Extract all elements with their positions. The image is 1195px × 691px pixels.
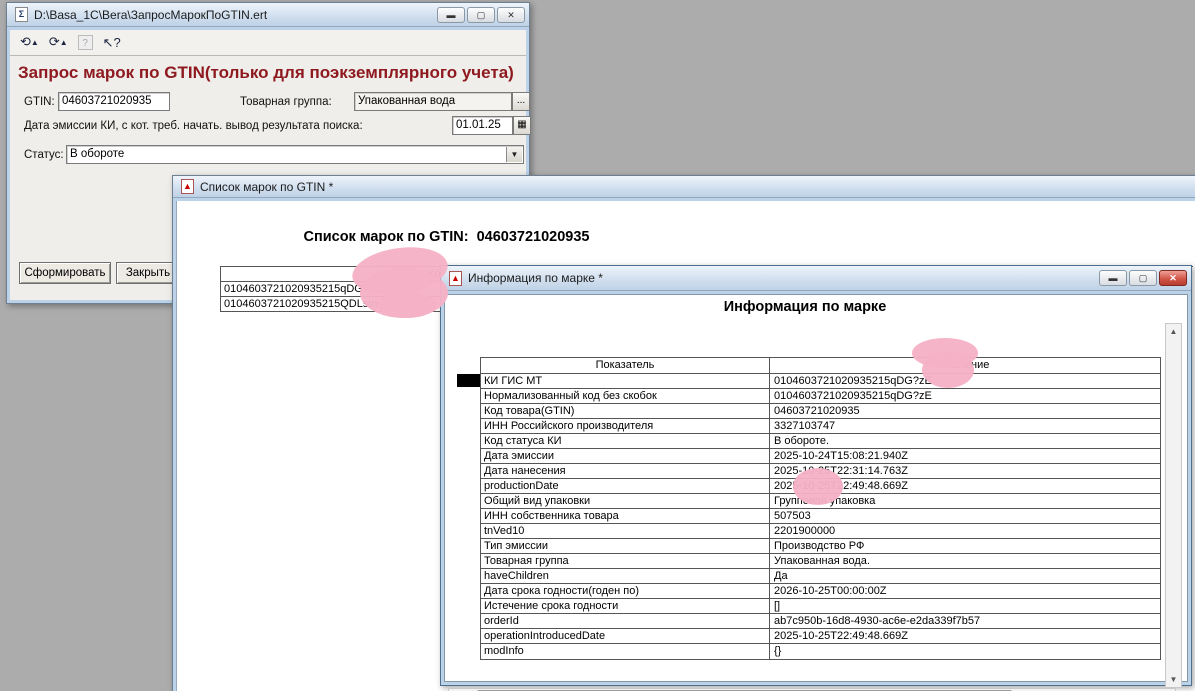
help-topic-icon: ? — [78, 35, 93, 50]
row-label: Дата эмиссии — [481, 449, 770, 463]
row-value: ab7c950b-16d8-4930-ac6e-e2da339f7b57 — [770, 614, 1160, 628]
table-row[interactable]: Дата эмиссии 2025-10-24T15:08:21.940Z — [481, 449, 1160, 464]
close-form-button[interactable]: Закрыть — [116, 262, 180, 284]
vertical-scrollbar[interactable]: ▲ ▼ — [1165, 323, 1182, 688]
row-value: 507503 — [770, 509, 1160, 523]
save-report-icon[interactable]: ⟳▲ — [49, 34, 68, 51]
redaction-blob — [793, 468, 843, 505]
row-label: orderId — [481, 614, 770, 628]
minimize-button[interactable]: ▬ — [1099, 270, 1127, 286]
calendar-icon[interactable]: ▦ — [513, 116, 531, 135]
spreadsheet-icon: ▲ — [449, 271, 462, 286]
row-label: Истечение срока годности — [481, 599, 770, 613]
table-row[interactable]: Тип эмиссии Производство РФ — [481, 539, 1160, 554]
gtin-label: GTIN: — [24, 96, 55, 108]
row-value: Производство РФ — [770, 539, 1160, 553]
table-row[interactable]: ИНН Российского производителя 3327103747 — [481, 419, 1160, 434]
row-value: 2026-10-25T00:00:00Z — [770, 584, 1160, 598]
row-label: ИНН собственника товара — [481, 509, 770, 523]
row-label: tnVed10 — [481, 524, 770, 538]
row-label: Товарная группа — [481, 554, 770, 568]
scroll-down-icon[interactable]: ▼ — [1166, 672, 1181, 687]
product-group-browse-button[interactable]: ... — [512, 92, 530, 111]
generate-button[interactable]: Сформировать — [19, 262, 111, 284]
gtin-input[interactable]: 04603721020935 — [58, 92, 170, 111]
open-report-icon[interactable]: ⟲▲ — [20, 34, 39, 51]
table-row[interactable]: Истечение срока годности [] — [481, 599, 1160, 614]
spreadsheet-icon: ▲ — [181, 179, 194, 194]
row-value: 0104603721020935215qDG?zE — [770, 389, 1160, 403]
row-label: Код статуса КИ — [481, 434, 770, 448]
minimize-button[interactable]: ▬ — [437, 7, 465, 23]
row-value: Упакованная вода. — [770, 554, 1160, 568]
resize-grip[interactable]: ◢ — [1167, 687, 1184, 691]
row-value: 04603721020935 — [770, 404, 1160, 418]
table-row[interactable]: orderId ab7c950b-16d8-4930-ac6e-e2da339f… — [481, 614, 1160, 629]
chevron-down-icon[interactable]: ▼ — [506, 147, 522, 162]
query-window-title: D:\Basa_1C\Bera\ЗапросМарокПоGTIN.ert — [34, 8, 267, 22]
close-icon[interactable]: ✕ — [1159, 270, 1187, 286]
selected-cell-indicator[interactable] — [457, 374, 481, 387]
row-label: operationIntroducedDate — [481, 629, 770, 643]
row-label: Общий вид упаковки — [481, 494, 770, 508]
info-heading: Информация по марке — [445, 299, 1165, 315]
row-value: 2025-10-24T15:08:21.940Z — [770, 449, 1160, 463]
row-label: Код товара(GTIN) — [481, 404, 770, 418]
scroll-up-icon[interactable]: ▲ — [1166, 324, 1181, 339]
product-group-label: Товарная группа: — [240, 96, 332, 108]
row-label: productionDate — [481, 479, 770, 493]
table-row[interactable]: modInfo {} — [481, 644, 1160, 659]
maximize-button[interactable]: ▢ — [1129, 270, 1157, 286]
query-window-titlebar[interactable]: Σ D:\Basa_1C\Bera\ЗапросМарокПоGTIN.ert … — [7, 3, 529, 27]
redaction-blob — [922, 352, 974, 388]
row-value: [] — [770, 599, 1160, 613]
table-row[interactable]: ИНН собственника товара 507503 — [481, 509, 1160, 524]
info-window-title: Информация по марке * — [468, 271, 603, 285]
info-table-header: Показатель Значение — [481, 358, 1160, 374]
status-value: В обороте — [70, 148, 124, 160]
form-title: Запрос марок по GTIN(только для поэкземп… — [10, 56, 526, 87]
status-label: Статус: — [24, 149, 64, 161]
row-value: В обороте. — [770, 434, 1160, 448]
row-label: haveChildren — [481, 569, 770, 583]
context-help-icon[interactable]: ↖? — [103, 35, 121, 51]
table-row[interactable]: Код товара(GTIN) 04603721020935 — [481, 404, 1160, 419]
maximize-button[interactable]: ▢ — [467, 7, 495, 23]
emission-date-label: Дата эмиссии КИ, с кот. треб. начать. вы… — [24, 120, 363, 132]
table-row[interactable]: Код статуса КИ В обороте. — [481, 434, 1160, 449]
desktop: { "colors": { "form_title_red": "#8e1a20… — [0, 0, 1195, 691]
table-row[interactable]: Нормализованный код без скобок 010460372… — [481, 389, 1160, 404]
redaction-blob — [378, 292, 436, 318]
list-window-titlebar[interactable]: ▲ Список марок по GTIN * — [173, 176, 1195, 198]
row-label: Дата нанесения — [481, 464, 770, 478]
table-row[interactable]: tnVed10 2201900000 — [481, 524, 1160, 539]
close-button[interactable]: ✕ — [497, 7, 525, 23]
row-value: 2201900000 — [770, 524, 1160, 538]
row-label: КИ ГИС МТ — [481, 374, 770, 388]
row-value: Да — [770, 569, 1160, 583]
status-dropdown[interactable]: В обороте ▼ — [66, 145, 524, 164]
row-label: ИНН Российского производителя — [481, 419, 770, 433]
table-row[interactable]: operationIntroducedDate 2025-10-25T22:49… — [481, 629, 1160, 644]
table-row[interactable]: КИ ГИС МТ 0104603721020935215qDG?zE — [481, 374, 1160, 389]
ert-report-icon: Σ — [15, 7, 28, 22]
row-label: Тип эмиссии — [481, 539, 770, 553]
list-window-title: Список марок по GTIN * — [200, 180, 333, 194]
info-table: Показатель Значение КИ ГИС МТ 0104603721… — [480, 357, 1161, 660]
col-indicator: Показатель — [481, 358, 770, 373]
query-toolbar: ⟲▲ ⟳▲ ? ↖? — [10, 30, 526, 56]
table-row[interactable]: haveChildren Да — [481, 569, 1160, 584]
row-label: Нормализованный код без скобок — [481, 389, 770, 403]
row-label: Дата срока годности(годен по) — [481, 584, 770, 598]
info-window-titlebar[interactable]: ▲ Информация по марке * ▬ ▢ ✕ — [441, 266, 1191, 291]
table-row[interactable]: Дата срока годности(годен по) 2026-10-25… — [481, 584, 1160, 599]
row-value: {} — [770, 644, 1160, 659]
table-row[interactable]: Товарная группа Упакованная вода. — [481, 554, 1160, 569]
emission-date-input[interactable]: 01.01.25 — [452, 116, 513, 135]
product-group-input[interactable]: Упакованная вода — [354, 92, 512, 111]
list-heading: Список марок по GTIN: 04603721020935 — [220, 229, 673, 245]
row-label: modInfo — [481, 644, 770, 659]
row-value: 3327103747 — [770, 419, 1160, 433]
row-value: 2025-10-25T22:49:48.669Z — [770, 629, 1160, 643]
